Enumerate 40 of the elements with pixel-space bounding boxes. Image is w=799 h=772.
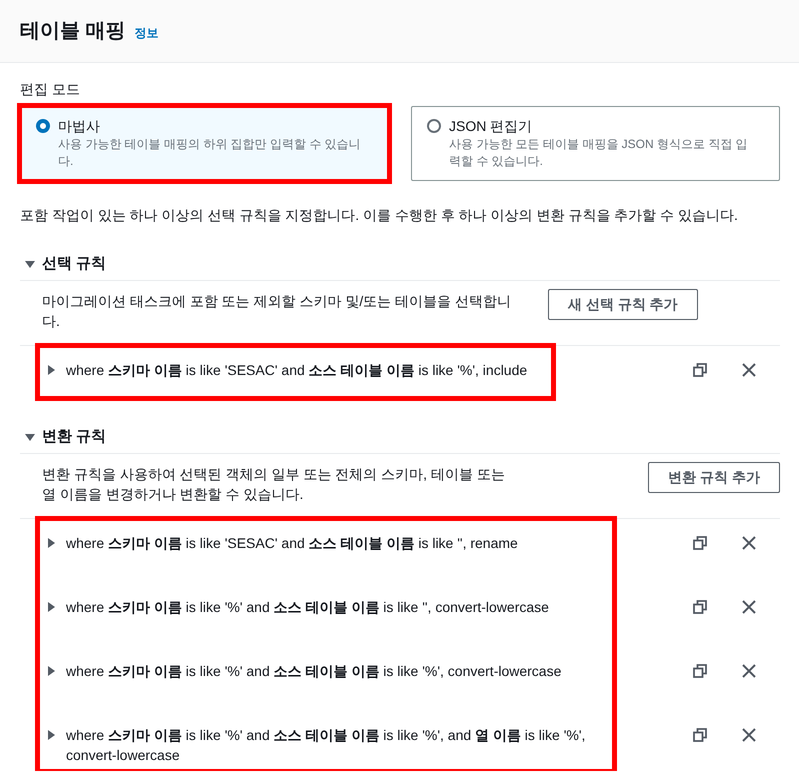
- radio-button[interactable]: [427, 119, 441, 133]
- radio-card[interactable]: JSON 편집기 사용 가능한 모든 테이블 매핑을 JSON 형식으로 직접 입력할 수 있습니다.: [411, 106, 780, 181]
- option-title: 마법사: [58, 117, 101, 136]
- close-icon[interactable]: [741, 362, 757, 378]
- option-title: JSON 편집기: [449, 117, 534, 136]
- caret-down-icon[interactable]: [25, 260, 35, 268]
- close-icon[interactable]: [741, 535, 757, 551]
- section-description: 마이그레이션 태스크에 포함 또는 제외할 스키마 및/또는 테이블을 선택합니다.: [42, 292, 512, 331]
- caret-right-icon[interactable]: [48, 730, 55, 740]
- copy-icon[interactable]: [692, 535, 708, 551]
- rule-text: where 스키마 이름 is like 'SESAC' and 소스 테이블 이름 is like '%', include: [66, 361, 528, 380]
- info-link[interactable]: 정보: [134, 25, 159, 41]
- copy-icon[interactable]: [692, 362, 708, 378]
- caret-down-icon[interactable]: [25, 434, 35, 440]
- intro-text: 포함 작업이 있는 하나 이상의 선택 규칙을 지정합니다. 이를 수행한 후 하나 이상의 변환 규칙을 추가할 수 있습니다.: [20, 206, 739, 225]
- section-title[interactable]: 선택 규칙: [42, 254, 106, 274]
- edit-mode-label: 편집 모드: [20, 80, 81, 99]
- copy-icon[interactable]: [692, 663, 708, 679]
- caret-right-icon[interactable]: [48, 365, 55, 375]
- add-rule-button[interactable]: 변환 규칙 추가: [648, 462, 780, 493]
- section-description: 변환 규칙을 사용하여 선택된 객체의 일부 또는 전체의 스키마, 테이블 또는 열 이름을 변경하거나 변환할 수 있습니다.: [42, 465, 506, 504]
- rule-text: where 스키마 이름 is like '%' and 소스 테이블 이름 is like '%', convert-lowercase: [66, 662, 562, 681]
- radio-button[interactable]: [36, 119, 50, 133]
- rule-text: where 스키마 이름 is like '%' and 소스 테이블 이름 is like '%', and 열 이름 is like '%', convert-lowercase: [66, 726, 586, 765]
- section-title[interactable]: 변환 규칙: [42, 427, 106, 447]
- rule-text: where 스키마 이름 is like '%' and 소스 테이블 이름 is like '', convert-lowercase: [66, 598, 549, 617]
- option-description: 사용 가능한 모든 테이블 매핑을 JSON 형식으로 직접 입력할 수 있습니다.: [449, 136, 749, 170]
- option-description: 사용 가능한 테이블 매핑의 하위 집합만 입력할 수 있습니다.: [58, 136, 362, 170]
- rule-text: where 스키마 이름 is like 'SESAC' and 소스 테이블 이름 is like '', rename: [66, 534, 518, 553]
- radio-card[interactable]: 마법사 사용 가능한 테이블 매핑의 하위 집합만 입력할 수 있습니다.: [20, 106, 389, 181]
- close-icon[interactable]: [741, 663, 757, 679]
- close-icon[interactable]: [741, 599, 757, 615]
- add-rule-button[interactable]: 새 선택 규칙 추가: [548, 289, 698, 320]
- caret-right-icon[interactable]: [48, 538, 55, 548]
- copy-icon[interactable]: [692, 727, 708, 743]
- copy-icon[interactable]: [692, 599, 708, 615]
- caret-right-icon[interactable]: [48, 666, 55, 676]
- close-icon[interactable]: [741, 727, 757, 743]
- caret-right-icon[interactable]: [48, 602, 55, 612]
- page-title: 테이블 매핑: [20, 19, 126, 44]
